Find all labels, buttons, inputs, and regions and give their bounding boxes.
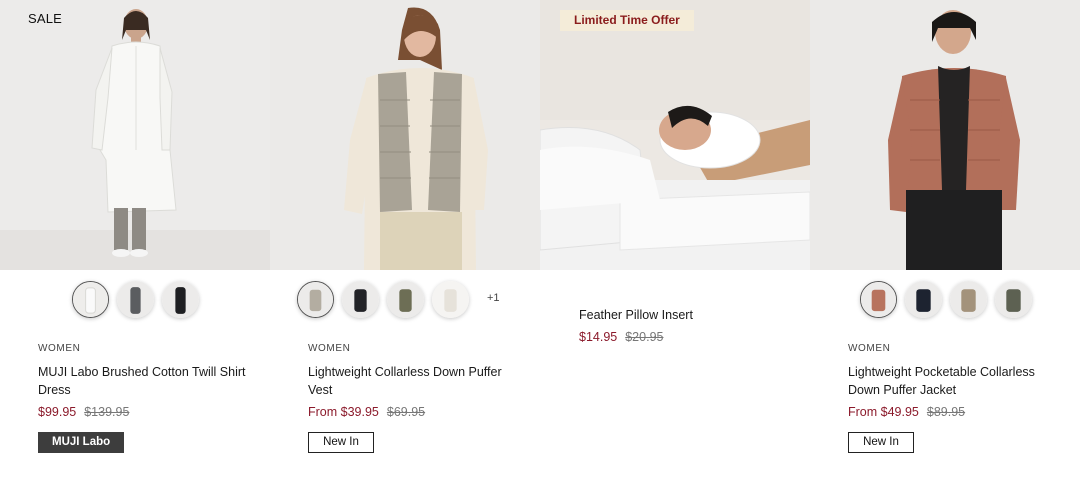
product-category: WOMEN	[848, 343, 891, 354]
collection-tag: MUJI Labo	[38, 432, 125, 453]
sale-badge: SALE	[28, 11, 63, 26]
limited-offer-badge: Limited Time Offer	[560, 10, 694, 31]
color-swatches	[810, 281, 1080, 319]
product-image[interactable]	[810, 0, 1080, 270]
product-title[interactable]: MUJI Labo Brushed Cotton Twill Shirt Dre…	[38, 363, 253, 399]
color-swatch-off-white[interactable]	[432, 281, 469, 318]
product-category: WOMEN	[308, 343, 351, 354]
more-colors-count[interactable]: +1	[487, 292, 500, 304]
product-price: From $49.95 $89.95	[848, 405, 965, 419]
sale-price: $99.95	[38, 405, 77, 419]
color-swatch-khaki[interactable]	[387, 281, 424, 318]
color-swatch-gray-beige[interactable]	[297, 281, 334, 318]
product-title[interactable]: Feather Pillow Insert	[579, 306, 794, 324]
product-price: From $39.95 $69.95	[308, 405, 425, 419]
color-swatch-white[interactable]	[72, 281, 109, 318]
original-price: $139.95	[84, 405, 130, 419]
color-swatch-black[interactable]	[342, 281, 379, 318]
color-swatch-terracotta[interactable]	[860, 281, 897, 318]
color-swatch-beige[interactable]	[950, 281, 987, 318]
new-in-tag: New In	[848, 432, 914, 453]
product-card: WOMEN Lightweight Pocketable Collarless …	[810, 0, 1080, 488]
product-category: WOMEN	[38, 343, 81, 354]
product-photo	[540, 0, 810, 270]
sale-price: $14.95	[579, 330, 618, 344]
product-image[interactable]: Limited Time Offer	[540, 0, 810, 270]
product-photo	[270, 0, 540, 270]
product-photo	[810, 0, 1080, 270]
product-image[interactable]	[270, 0, 540, 270]
product-title[interactable]: Lightweight Collarless Down Puffer Vest	[308, 363, 523, 399]
color-swatches: +1	[270, 281, 540, 319]
color-swatch-gray[interactable]	[117, 281, 154, 318]
product-card: Limited Time Offer Feather Pillow Insert…	[540, 0, 810, 488]
color-swatches	[0, 281, 270, 319]
original-price: $69.95	[386, 405, 426, 419]
product-card: +1 WOMEN Lightweight Collarless Down Puf…	[270, 0, 540, 488]
sale-price: From $49.95	[848, 405, 919, 419]
product-price: $99.95 $139.95	[38, 405, 129, 419]
product-photo	[0, 0, 270, 270]
new-in-tag: New In	[308, 432, 374, 453]
color-swatch-navy[interactable]	[905, 281, 942, 318]
product-image[interactable]: SALE	[0, 0, 270, 270]
original-price: $20.95	[625, 330, 664, 344]
product-title[interactable]: Lightweight Pocketable Collarless Down P…	[848, 363, 1063, 399]
color-swatch-black[interactable]	[162, 281, 199, 318]
color-swatch-khaki[interactable]	[995, 281, 1032, 318]
original-price: $89.95	[926, 405, 966, 419]
product-price: $14.95 $20.95	[579, 330, 663, 344]
product-card: SALE WOMEN MUJI Labo Brushed Cotton Twil…	[0, 0, 270, 488]
sale-price: From $39.95	[308, 405, 379, 419]
